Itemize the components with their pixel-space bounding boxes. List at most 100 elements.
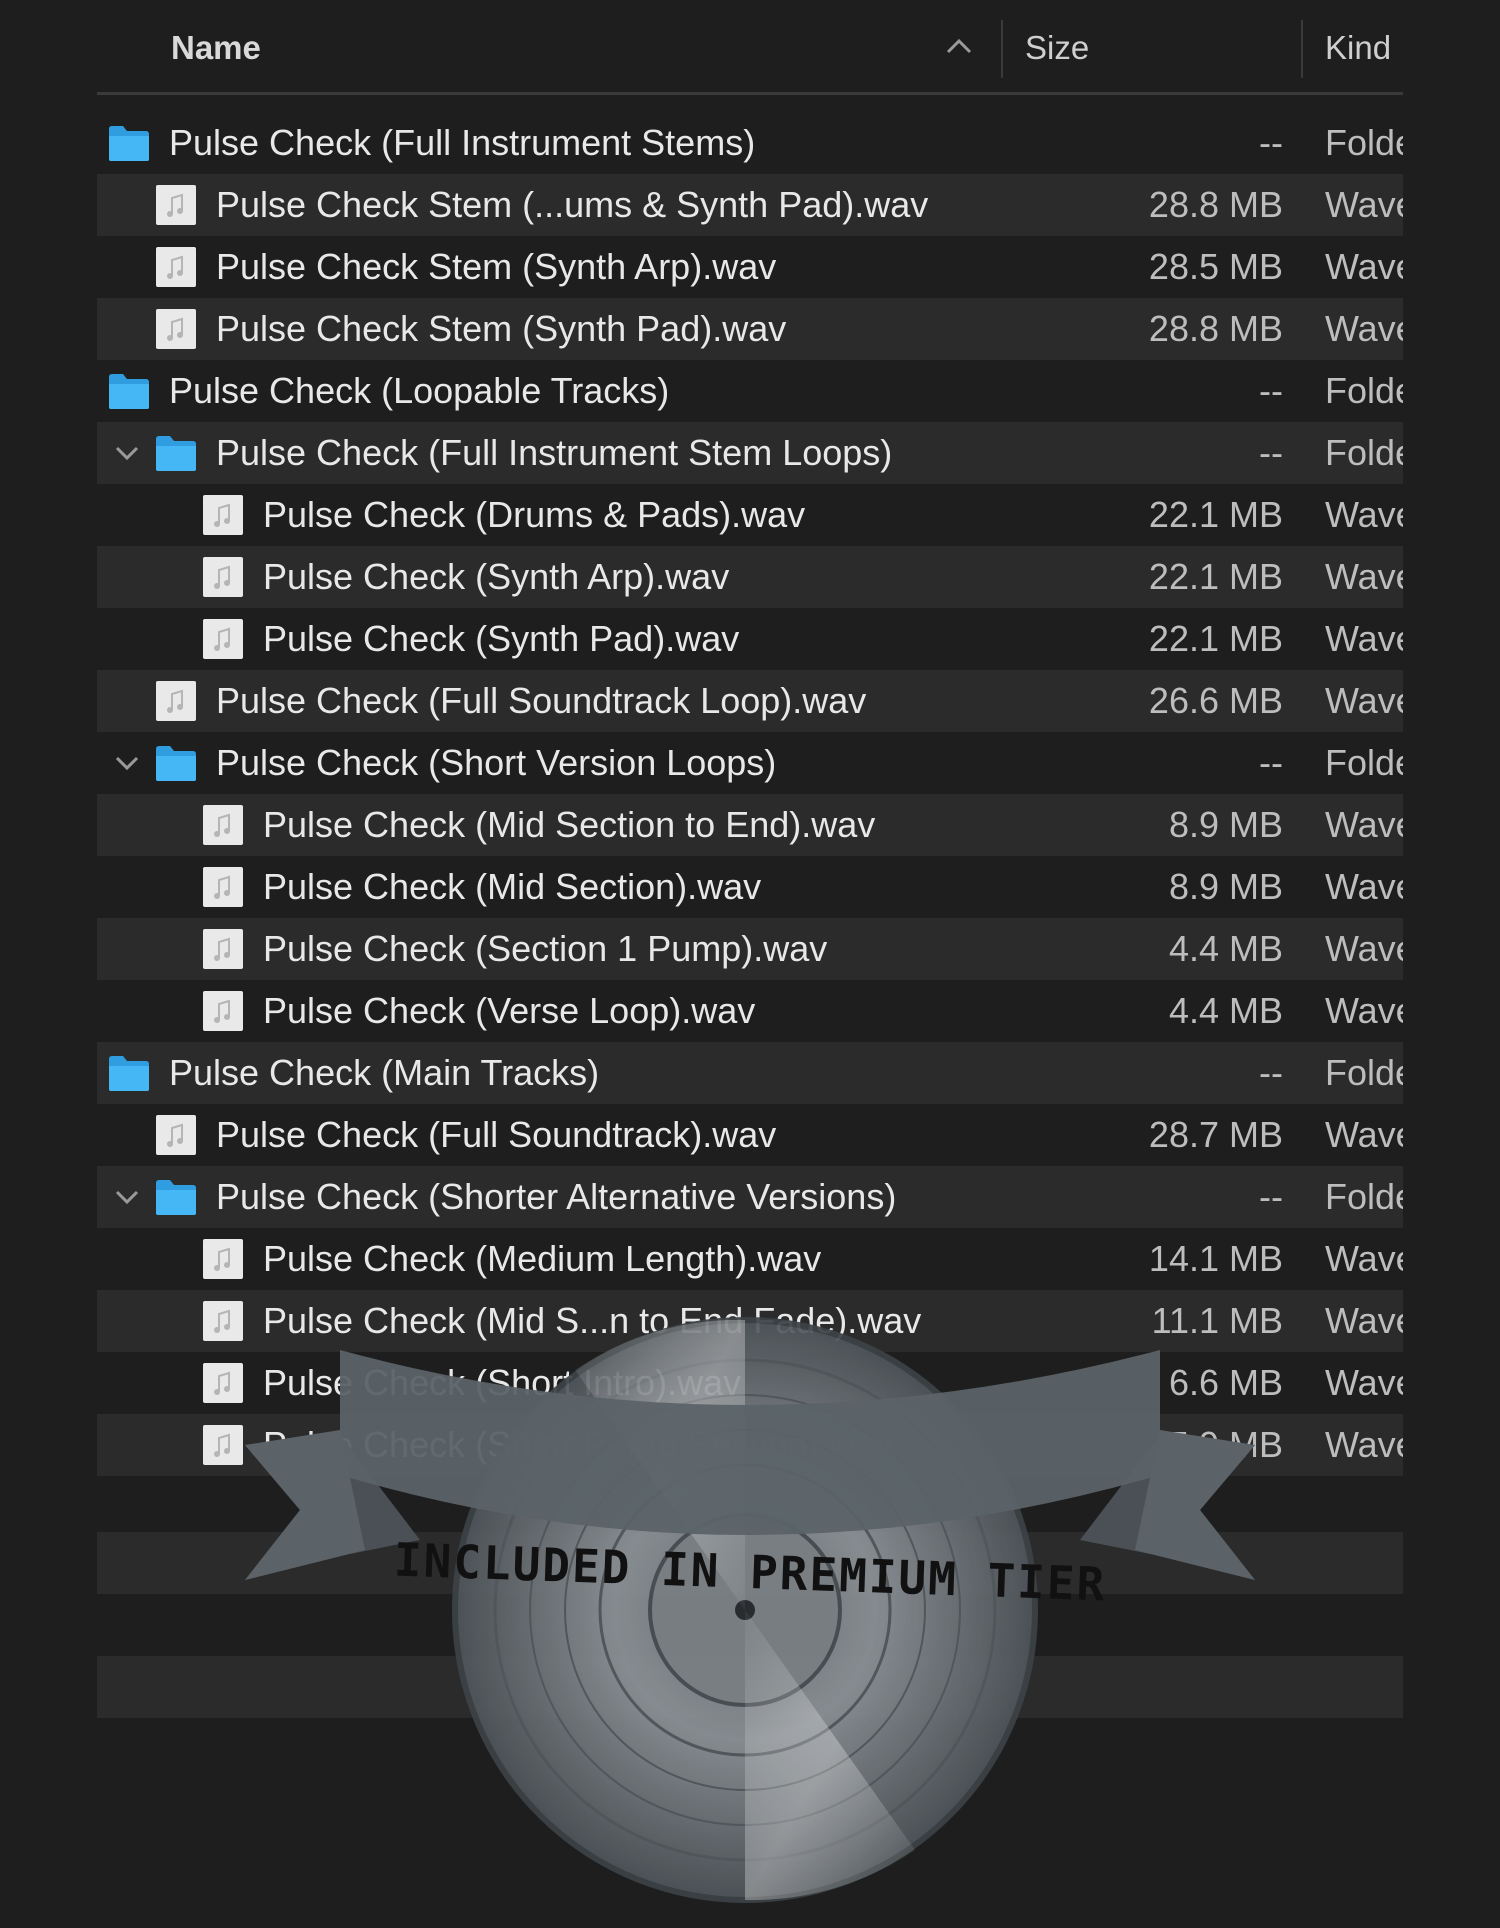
row-kind: Waveform audio — [1325, 866, 1403, 907]
file-row[interactable]: Pulse Check Stem (Synth Pad).wav 28.8 MB W… — [97, 298, 1403, 360]
row-name: Pulse Check (Verse Loop).wav — [263, 990, 756, 1031]
row-kind: Waveform audio — [1325, 680, 1403, 721]
row-kind: Waveform audio — [1325, 1238, 1403, 1279]
row-kind: Waveform audio — [1325, 246, 1403, 287]
folder-row[interactable]: Pulse Check (Loopable Tracks) -- Folder — [97, 360, 1403, 422]
chevron-down-icon[interactable] — [114, 442, 140, 464]
file-row[interactable]: Pulse Check (Mid Section).wav 8.9 MB Wavef… — [97, 856, 1403, 918]
row-kind: Waveform audio — [1325, 928, 1403, 969]
audio-file-icon — [203, 805, 243, 845]
audio-file-icon — [203, 991, 243, 1031]
row-size: 4.4 MB — [1168, 928, 1283, 969]
row-kind: Waveform audio — [1325, 494, 1403, 535]
row-kind: Folder — [1325, 1052, 1403, 1093]
row-kind: Waveform audio — [1325, 1424, 1403, 1465]
column-header: Name Size Kind — [97, 0, 1403, 95]
file-row[interactable]: Pulse Check (Mid Section to End).wav 8.9 … — [97, 794, 1403, 856]
row-size: 28.8 MB — [1148, 184, 1283, 225]
folder-row[interactable]: Pulse Check (Full Instrument Stem Loops)… — [97, 422, 1403, 484]
chevron-down-icon[interactable] — [114, 752, 140, 774]
audio-file-icon — [203, 1301, 243, 1341]
audio-file-icon — [203, 867, 243, 907]
folder-icon — [109, 126, 149, 161]
row-name: Pulse Check (Short Version Loops) — [216, 742, 777, 783]
file-row[interactable]: Pulse Check (Synth Arp).wav 22.1 MB Wavefo… — [97, 546, 1403, 608]
row-name: Pulse Check (Mid Section to End).wav — [263, 804, 876, 845]
row-name: Pulse Check (Shorter Alternative Version… — [216, 1176, 897, 1217]
row-name: Pulse Check (Full Soundtrack).wav — [216, 1114, 777, 1155]
file-row[interactable]: Pulse Check (Drums & Pads).wav 22.1 MB Wav… — [97, 484, 1403, 546]
column-divider[interactable] — [1001, 20, 1003, 78]
folder-row[interactable]: Pulse Check (Short Version Loops) -- Folde… — [97, 732, 1403, 794]
row-size: 8.9 MB — [1168, 804, 1283, 845]
row-kind: Folder — [1325, 432, 1403, 473]
audio-file-icon — [203, 495, 243, 535]
row-name: Pulse Check Stem (Synth Pad).wav — [216, 308, 787, 349]
row-kind: Folder — [1325, 1176, 1403, 1217]
folder-icon — [109, 1056, 149, 1091]
row-kind: Folder — [1325, 370, 1403, 411]
row-size: 22.1 MB — [1148, 618, 1283, 659]
audio-file-icon — [156, 1115, 196, 1155]
row-name: Pulse Check (Full Instrument Stems) — [169, 122, 756, 163]
folder-row[interactable]: Pulse Check (Shorter Alternative Version… — [97, 1166, 1403, 1228]
row-size: 14.1 MB — [1148, 1238, 1283, 1279]
row-kind: Waveform audio — [1325, 184, 1403, 225]
row-size: 22.1 MB — [1148, 556, 1283, 597]
row-name: Pulse Check Stem (Synth Arp).wav — [216, 246, 777, 287]
row-name: Pulse Check (Full Instrument Stem Loops) — [216, 432, 893, 473]
audio-file-icon — [156, 309, 196, 349]
row-size: -- — [1259, 432, 1283, 473]
file-row[interactable]: Pulse Check (Full Soundtrack Loop).wav 26… — [97, 670, 1403, 732]
row-name: Pulse Check (Synth Pad).wav — [263, 618, 740, 659]
folder-row[interactable]: Pulse Check (Full Instrument Stems) -- Fol… — [97, 112, 1403, 174]
row-name: Pulse Check (Section 1 Pump).wav — [263, 928, 828, 969]
folder-row[interactable]: Pulse Check (Main Tracks) -- Folder — [97, 1042, 1403, 1104]
row-kind: Waveform audio — [1325, 804, 1403, 845]
row-name: Pulse Check (Synth Arp).wav — [263, 556, 730, 597]
row-kind: Folder — [1325, 742, 1403, 783]
audio-file-icon — [156, 185, 196, 225]
file-row[interactable]: Pulse Check (Synth Pad).wav 22.1 MB Wavefo… — [97, 608, 1403, 670]
row-name: Pulse Check (Drums & Pads).wav — [263, 494, 806, 535]
folder-icon — [156, 746, 196, 781]
size-column-header[interactable]: Size — [1025, 29, 1089, 67]
audio-file-icon — [203, 1425, 243, 1465]
folder-icon — [109, 374, 149, 409]
row-kind: Folder — [1325, 122, 1403, 163]
row-size: -- — [1259, 122, 1283, 163]
file-row[interactable]: Pulse Check Stem (Synth Arp).wav 28.5 MB W… — [97, 236, 1403, 298]
chevron-down-icon[interactable] — [114, 1186, 140, 1208]
row-kind: Waveform audio — [1325, 556, 1403, 597]
row-size: 4.4 MB — [1168, 990, 1283, 1031]
row-size: 8.9 MB — [1168, 866, 1283, 907]
row-size: 28.7 MB — [1148, 1114, 1283, 1155]
audio-file-icon — [156, 247, 196, 287]
file-row[interactable]: Pulse Check (Section 1 Pump).wav 4.4 MB Wa… — [97, 918, 1403, 980]
folder-icon — [156, 436, 196, 471]
file-row[interactable]: Pulse Check (Verse Loop).wav 4.4 MB Wavefo… — [97, 980, 1403, 1042]
row-name: Pulse Check (Mid Section).wav — [263, 866, 762, 907]
row-size: -- — [1259, 742, 1283, 783]
row-name: Pulse Check (Medium Length).wav — [263, 1238, 822, 1279]
audio-file-icon — [203, 929, 243, 969]
row-kind: Waveform audio — [1325, 1114, 1403, 1155]
file-row[interactable]: Pulse Check Stem (...ums & Synth Pad).wa… — [97, 174, 1403, 236]
row-size: -- — [1259, 1052, 1283, 1093]
row-kind: Waveform audio — [1325, 1300, 1403, 1341]
file-row[interactable]: Pulse Check (Medium Length).wav 14.1 MB Wa… — [97, 1228, 1403, 1290]
row-name: Pulse Check (Full Soundtrack Loop).wav — [216, 680, 867, 721]
row-size: -- — [1259, 1176, 1283, 1217]
row-size: -- — [1259, 370, 1283, 411]
file-row[interactable]: Pulse Check (Full Soundtrack).wav 28.7 MB… — [97, 1104, 1403, 1166]
kind-column-header[interactable]: Kind — [1325, 29, 1391, 67]
file-list: Name Size Kind Pulse Check (Full Instrum… — [97, 0, 1403, 1476]
chevron-up-icon[interactable] — [945, 36, 973, 56]
audio-file-icon — [203, 1239, 243, 1279]
column-divider[interactable] — [1301, 20, 1303, 78]
audio-file-icon — [203, 1363, 243, 1403]
row-size: 22.1 MB — [1148, 494, 1283, 535]
file-rows: Pulse Check (Full Instrument Stems) -- Fol… — [97, 112, 1403, 1476]
name-column-header[interactable]: Name — [171, 29, 261, 67]
row-size: 26.6 MB — [1148, 680, 1283, 721]
